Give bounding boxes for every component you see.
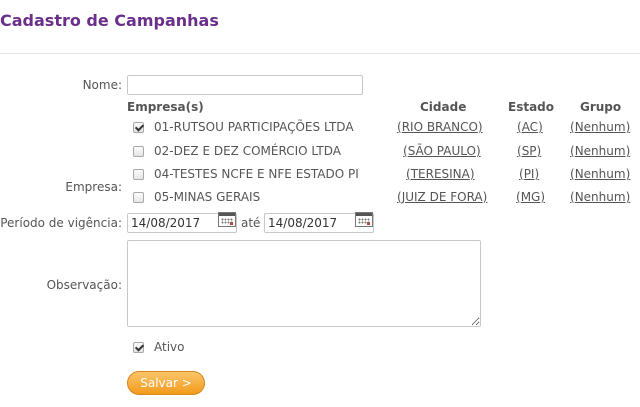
company-checkbox[interactable]	[133, 146, 144, 157]
group-text: Nenhum	[574, 144, 626, 158]
page-title: Cadastro de Campanhas	[0, 11, 219, 30]
title-divider	[0, 53, 640, 54]
company-row: 01-RUTSOU PARTICIPAÇÕES LTDA (RIO BRANCO…	[0, 117, 640, 137]
city-text: JUIZ DE FORA	[401, 190, 483, 204]
header-grupo: Grupo	[580, 100, 622, 114]
city-link[interactable]: (SÃO PAULO)	[403, 144, 481, 158]
company-checkbox[interactable]	[133, 122, 144, 133]
company-name: 02-DEZ E DEZ COMÉRCIO LTDA	[154, 144, 341, 158]
observacao-label: Observação:	[46, 278, 122, 292]
company-checkbox[interactable]	[133, 169, 144, 180]
state-text: MG	[520, 190, 541, 204]
nome-input[interactable]	[127, 75, 363, 95]
group-link[interactable]: (Nenhum)	[570, 120, 630, 134]
save-button[interactable]: Salvar >	[127, 371, 205, 395]
periodo-label: Período de vigência:	[0, 216, 122, 230]
state-text: PI	[523, 167, 535, 181]
empresa-label: Empresa:	[65, 180, 122, 194]
group-text: Nenhum	[574, 190, 626, 204]
group-link[interactable]: (Nenhum)	[570, 167, 630, 181]
city-text: RIO BRANCO	[401, 120, 478, 134]
city-link[interactable]: (JUIZ DE FORA)	[397, 190, 487, 204]
nome-label: Nome:	[82, 78, 122, 92]
calendar-icon[interactable]	[355, 212, 373, 227]
calendar-icon[interactable]	[218, 212, 236, 227]
company-row: 02-DEZ E DEZ COMÉRCIO LTDA (SÃO PAULO) (…	[0, 141, 640, 161]
observacao-textarea[interactable]	[127, 240, 481, 327]
state-text: AC	[521, 120, 539, 134]
group-link[interactable]: (Nenhum)	[570, 190, 630, 204]
date-connector: até	[241, 216, 261, 230]
ativo-row: Ativo	[0, 337, 640, 357]
header-estado: Estado	[508, 100, 555, 114]
group-link[interactable]: (Nenhum)	[570, 144, 630, 158]
state-link[interactable]: (AC)	[517, 120, 543, 134]
company-name: 05-MINAS GERAIS	[154, 190, 261, 204]
city-link[interactable]: (RIO BRANCO)	[397, 120, 483, 134]
ativo-label: Ativo	[154, 340, 185, 354]
company-name: 01-RUTSOU PARTICIPAÇÕES LTDA	[154, 120, 354, 134]
city-link[interactable]: (TERESINA)	[406, 167, 475, 181]
city-text: TERESINA	[410, 167, 470, 181]
state-text: SP	[521, 144, 537, 158]
company-checkbox[interactable]	[133, 192, 144, 203]
group-text: Nenhum	[574, 120, 626, 134]
state-link[interactable]: (PI)	[519, 167, 539, 181]
state-link[interactable]: (MG)	[516, 190, 545, 204]
header-cidade: Cidade	[420, 100, 467, 114]
company-name: 04-TESTES NCFE E NFE ESTADO PI	[154, 167, 359, 181]
group-text: Nenhum	[574, 167, 626, 181]
ativo-checkbox[interactable]	[133, 342, 144, 353]
header-empresas: Empresa(s)	[127, 100, 204, 114]
state-link[interactable]: (SP)	[517, 144, 541, 158]
city-text: SÃO PAULO	[407, 144, 476, 158]
